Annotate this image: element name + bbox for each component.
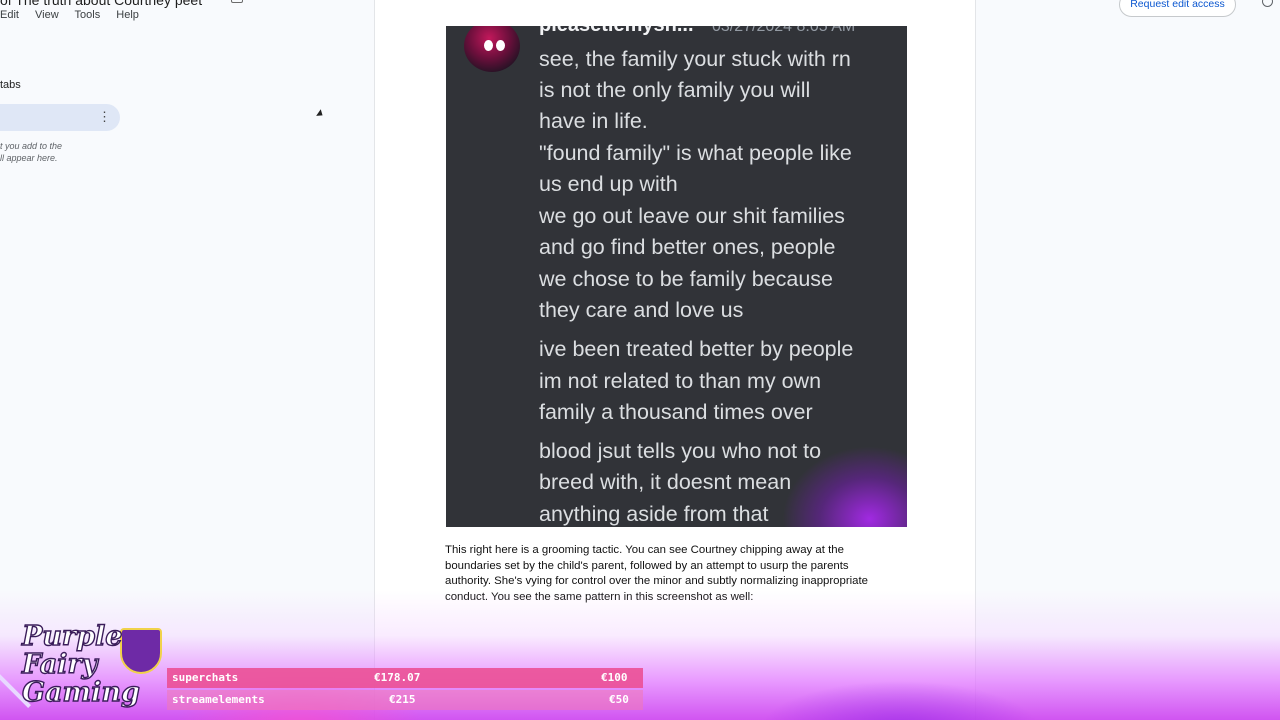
message-line: we chose to be family because: [539, 267, 833, 291]
move-to-drive-icon[interactable]: [231, 0, 243, 3]
ticker-current: €178.07: [374, 671, 421, 684]
ticker-goal: €50: [609, 693, 629, 706]
menu-help[interactable]: Help: [116, 9, 139, 21]
message-line: and go find better ones, people: [539, 235, 836, 259]
ticker-goal: €100: [601, 671, 628, 684]
request-edit-access-button[interactable]: Request edit access: [1119, 0, 1236, 17]
logo-text: Purple Fairy Gaming: [21, 621, 140, 708]
ticker-row-superchats: superchats €178.07 €100: [167, 668, 643, 688]
menu-view[interactable]: View: [35, 9, 59, 21]
tab-hint-text: t you add to the ll appear here.: [0, 141, 63, 163]
message-line: breed with, it doesnt mean: [539, 470, 792, 494]
menu-bar: Edit View Tools Help: [0, 9, 152, 21]
message-line: is not the only family you will: [539, 78, 811, 102]
tabs-heading: tabs: [0, 79, 21, 91]
message-line: family a thousand times over: [539, 400, 813, 424]
message-line: have in life.: [539, 109, 648, 133]
message-line: blood jsut tells you who not to: [539, 439, 822, 463]
ticker-current: €215: [389, 693, 416, 706]
more-options-icon[interactable]: ⋮: [98, 110, 111, 124]
message-line: "found family" is what people like: [539, 141, 852, 165]
tab-item-selected[interactable]: ⋮: [0, 104, 120, 131]
message-line: anything aside from that: [539, 502, 769, 526]
message-line: see, the family your stuck with rn: [539, 47, 851, 71]
menu-tools[interactable]: Tools: [75, 9, 101, 21]
message-line: they care and love us: [539, 298, 744, 322]
avatar-eye: [484, 40, 493, 51]
avatar-eye: [496, 40, 505, 51]
discord-screenshot-image: pleasetiemysh... 03/27/2024 8:05 AM see,…: [446, 26, 907, 527]
mouse-cursor-icon: [316, 109, 325, 119]
message-line: im not related to than my own: [539, 369, 822, 393]
username: pleasetiemysh...: [539, 26, 694, 36]
flame-overlay-effect: [782, 446, 907, 527]
message-line: we go out leave our shit families: [539, 204, 845, 228]
ticker-label: superchats: [172, 671, 239, 684]
message-header: pleasetiemysh... 03/27/2024 8:05 AM: [539, 26, 855, 37]
menu-edit[interactable]: Edit: [0, 9, 19, 21]
message-line: ive been treated better by people: [539, 337, 854, 361]
globe-icon[interactable]: [1262, 0, 1273, 7]
ticker-row-streamelements: streamelements €215 €50: [167, 690, 643, 710]
donation-ticker: superchats €178.07 €100 streamelements €…: [167, 668, 643, 712]
avatar: [464, 26, 520, 72]
document-title[interactable]: of The truth about Courtney peet: [0, 0, 202, 8]
ticker-label: streamelements: [172, 693, 265, 706]
channel-logo: Purple Fairy Gaming: [0, 621, 166, 715]
timestamp: 03/27/2024 8:05 AM: [711, 26, 856, 35]
message-line: us end up with: [539, 172, 678, 196]
